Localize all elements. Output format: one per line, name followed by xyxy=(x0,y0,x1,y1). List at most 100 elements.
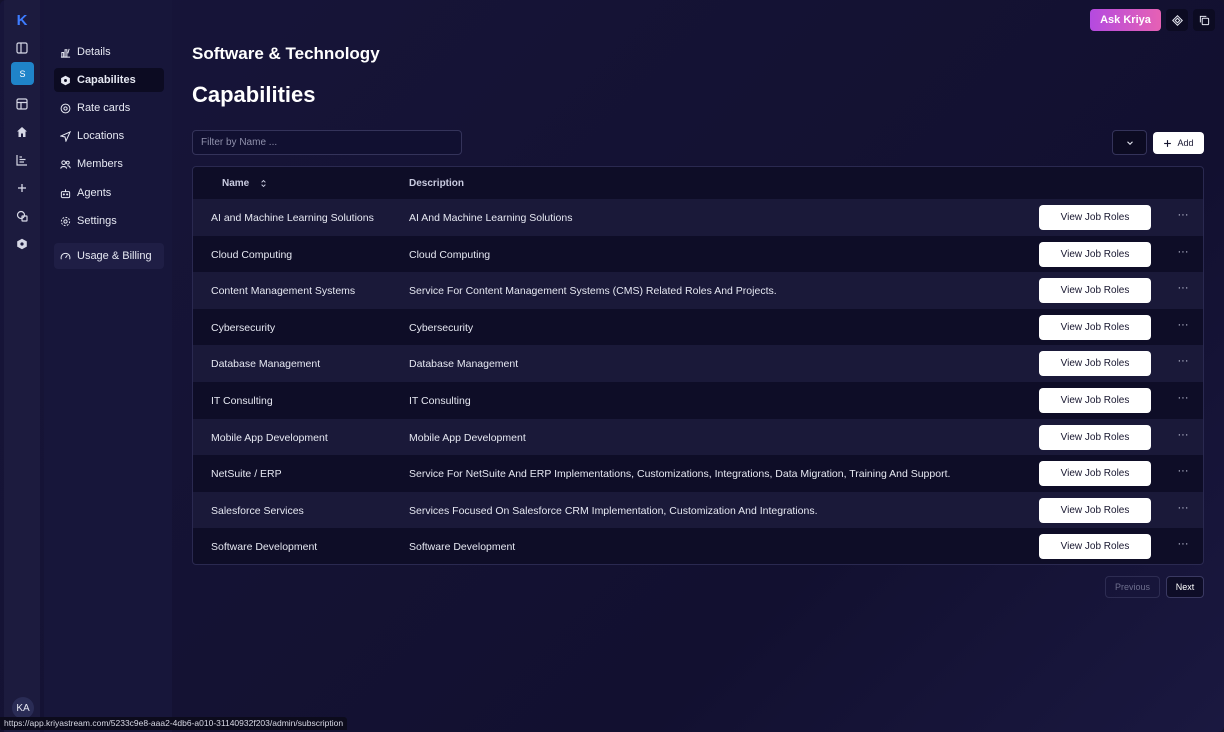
more-options-icon[interactable]: ··· xyxy=(1175,392,1191,407)
capability-name: Database Management xyxy=(211,358,321,371)
view-job-roles-button[interactable]: View Job Roles xyxy=(1039,461,1151,487)
nav-item-label: Members xyxy=(77,158,123,170)
shapes-icon[interactable] xyxy=(12,206,32,226)
hexagon-icon[interactable] xyxy=(12,234,32,254)
nav-item-label: Locations xyxy=(77,130,125,142)
users-icon xyxy=(60,159,71,169)
nav-item-label: Usage & Billing xyxy=(77,250,152,262)
capability-description: Cybersecurity xyxy=(409,321,474,334)
capability-description: IT Consulting xyxy=(409,394,471,407)
icon-rail: K S KA xyxy=(4,0,40,732)
nav-item-label: Settings xyxy=(77,215,117,227)
table-row: Mobile App Development Mobile App Develop… xyxy=(193,418,1203,456)
table-row: Database Management Database Management Vi… xyxy=(193,345,1203,382)
table-body: AI and Machine Learning Solutions AI And … xyxy=(193,199,1203,564)
capability-description: Mobile App Development xyxy=(409,431,526,444)
nav-item-rate-cards[interactable]: Rate cards xyxy=(54,96,164,120)
more-options-icon[interactable]: ··· xyxy=(1175,246,1191,261)
capability-description: Database Management xyxy=(409,358,519,371)
status-bar-url: https://app.kriyastream.com/5233c9e8-aaa… xyxy=(0,717,348,730)
nav-item-settings[interactable]: Settings xyxy=(54,209,164,233)
view-job-roles-button[interactable]: View Job Roles xyxy=(1039,241,1151,267)
columns-dropdown-button[interactable] xyxy=(1112,130,1147,155)
more-options-icon[interactable]: ··· xyxy=(1175,429,1191,444)
table-row: AI and Machine Learning Solutions AI And … xyxy=(193,199,1203,236)
chevron-down-icon xyxy=(1126,140,1133,145)
sort-icon xyxy=(261,179,266,188)
table-row: Salesforce Services Services Focused On S… xyxy=(193,491,1203,529)
nav-item-usage-billing[interactable]: Usage & Billing xyxy=(54,243,164,269)
view-job-roles-button[interactable]: View Job Roles xyxy=(1039,534,1151,560)
copy-icon[interactable] xyxy=(1193,9,1215,31)
sparkle-icon[interactable] xyxy=(1166,9,1188,31)
capability-description: Service For Content Management Systems (… xyxy=(409,285,777,298)
more-options-icon[interactable]: ··· xyxy=(1175,319,1191,334)
plus-icon xyxy=(1164,139,1172,147)
table-row: Cybersecurity Cybersecurity View Job Roles… xyxy=(193,309,1203,346)
nav-item-label: Agents xyxy=(77,187,112,199)
nav-item-label: Rate cards xyxy=(77,102,131,114)
nav-item-agents[interactable]: Agents xyxy=(54,181,164,205)
view-job-roles-button[interactable]: View Job Roles xyxy=(1039,351,1151,377)
view-job-roles-button[interactable]: View Job Roles xyxy=(1039,314,1151,340)
plus-icon[interactable] xyxy=(12,178,32,198)
hexagon-icon xyxy=(61,75,70,85)
bot-icon xyxy=(60,188,71,198)
capability-name: NetSuite / ERP xyxy=(211,468,282,481)
column-header-name[interactable]: Name xyxy=(222,178,268,189)
view-job-roles-button[interactable]: View Job Roles xyxy=(1039,497,1151,523)
kriya-logo[interactable]: K xyxy=(12,10,32,30)
more-options-icon[interactable]: ··· xyxy=(1175,283,1191,297)
capability-description: Service For NetSuite And ERP Implementat… xyxy=(409,468,951,481)
app-window: K S KA Details Capabilites Rate cards Lo… xyxy=(0,0,1224,732)
workspace-badge[interactable]: S xyxy=(11,62,34,85)
capabilities-table: Name Description AI and Machine Learning… xyxy=(192,166,1204,565)
add-button[interactable]: Add xyxy=(1153,132,1204,154)
chart-icon xyxy=(60,48,71,58)
more-options-icon[interactable]: ··· xyxy=(1175,210,1191,224)
ask-kriya-button[interactable]: Ask Kriya xyxy=(1090,9,1161,31)
more-options-icon[interactable]: ··· xyxy=(1175,356,1191,370)
next-page-button[interactable]: Next xyxy=(1166,576,1204,598)
nav-item-details[interactable]: Details xyxy=(54,40,164,64)
table-row: Cloud Computing Cloud Computing View Job R… xyxy=(193,236,1203,273)
gauge-icon xyxy=(60,103,71,113)
capability-description: Services Focused On Salesforce CRM Imple… xyxy=(409,504,818,517)
capability-name: Cybersecurity xyxy=(211,321,276,334)
settings-subnav: Details Capabilites Rate cards Locations… xyxy=(44,0,172,732)
capability-name: IT Consulting xyxy=(211,394,273,407)
table-row: NetSuite / ERP Service For NetSuite And E… xyxy=(193,455,1203,492)
capability-name: Cloud Computing xyxy=(211,248,293,261)
more-options-icon[interactable]: ··· xyxy=(1175,502,1191,517)
analytics-icon[interactable] xyxy=(12,150,32,170)
speedometer-icon xyxy=(60,252,71,259)
capability-name: Content Management Systems xyxy=(211,285,356,298)
capability-description: Cloud Computing xyxy=(409,248,491,261)
view-job-roles-button[interactable]: View Job Roles xyxy=(1039,205,1151,230)
filter-name-input[interactable] xyxy=(192,130,462,155)
capability-name: Salesforce Services xyxy=(211,504,304,517)
gear-icon xyxy=(60,216,71,226)
column-header-label: Name xyxy=(222,178,250,189)
view-job-roles-button[interactable]: View Job Roles xyxy=(1039,424,1151,450)
board-icon[interactable] xyxy=(12,94,32,114)
table-row: IT Consulting IT Consulting View Job Roles… xyxy=(193,382,1203,419)
view-job-roles-button[interactable]: View Job Roles xyxy=(1039,387,1151,413)
avatar[interactable]: KA xyxy=(12,697,34,719)
nav-item-label: Details xyxy=(77,46,111,58)
add-button-label: Add xyxy=(1177,138,1194,148)
panel-icon[interactable] xyxy=(12,38,32,58)
nav-item-capabilities[interactable]: Capabilites xyxy=(54,68,164,92)
view-job-roles-button[interactable]: View Job Roles xyxy=(1039,278,1151,304)
nav-item-locations[interactable]: Locations xyxy=(54,124,164,148)
home-icon[interactable] xyxy=(12,122,32,142)
more-options-icon[interactable]: ··· xyxy=(1175,466,1191,480)
nav-item-members[interactable]: Members xyxy=(54,152,164,176)
capability-description: AI And Machine Learning Solutions xyxy=(409,212,573,224)
previous-page-button[interactable]: Previous xyxy=(1105,576,1160,598)
capability-name: AI and Machine Learning Solutions xyxy=(211,212,374,224)
nav-item-label: Capabilites xyxy=(77,74,136,86)
table-header: Name Description xyxy=(193,167,1203,199)
more-options-icon[interactable]: ··· xyxy=(1175,539,1191,553)
navigation-icon xyxy=(60,130,71,142)
